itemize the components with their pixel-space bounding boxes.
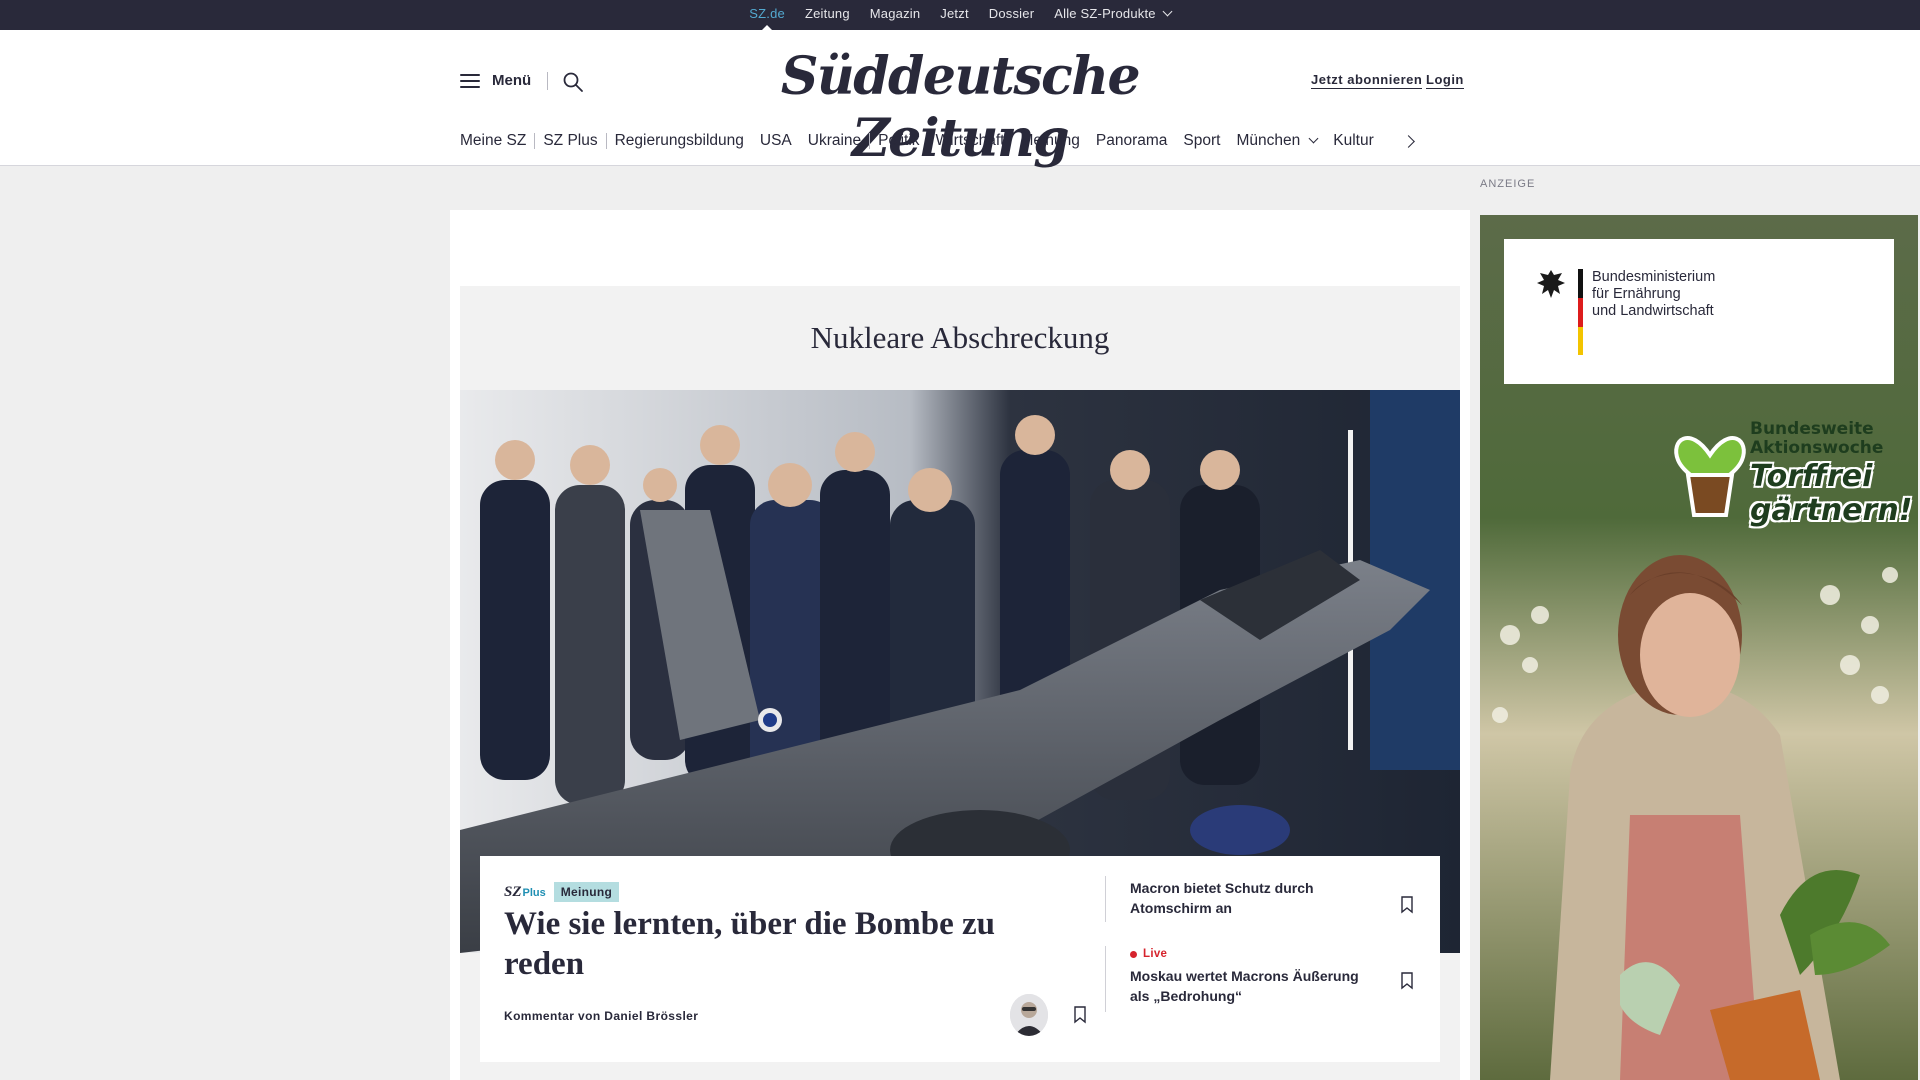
search-button[interactable] [561, 70, 585, 94]
ministry-name: Bundesministerium für Ernährung und Land… [1592, 269, 1715, 320]
product-link-all-products[interactable]: Alle SZ-Produkte [1044, 0, 1180, 30]
nav-item-sport[interactable]: Sport [1175, 132, 1228, 150]
advertisement[interactable]: Bundesministerium für Ernährung und Land… [1480, 215, 1918, 1080]
author-avatar [1010, 994, 1048, 1036]
nav-item-panorama[interactable]: Panorama [1088, 132, 1176, 150]
article-byline: Kommentar von Daniel Brössler [504, 1009, 699, 1023]
related-article-1[interactable]: Macron bietet Schutz durch Atomschirm an [1130, 878, 1380, 918]
product-link-magazin[interactable]: Magazin [860, 0, 931, 30]
ad-label: ANZEIGE [1480, 178, 1536, 190]
ministry-line-1: Bundesministerium [1592, 269, 1716, 285]
author-photo [1010, 994, 1048, 1036]
campaign-line-3: Torffrei [1750, 459, 1873, 494]
main-navigation: Meine SZ SZ Plus Regierungsbildung USA U… [460, 128, 1415, 154]
product-link-szde[interactable]: SZ.de [739, 0, 795, 31]
section-title[interactable]: Nukleare Abschreckung [460, 320, 1460, 356]
chevron-down-icon [1162, 6, 1173, 17]
menu-label: Menü [492, 72, 532, 89]
bookmark-icon[interactable] [1400, 896, 1414, 914]
heart-pot-icon [1674, 436, 1746, 517]
nav-item-meinung[interactable]: Meinung [1012, 132, 1087, 150]
bookmark-icon[interactable] [1073, 1006, 1087, 1024]
related-divider [1105, 876, 1106, 922]
nav-item-usa[interactable]: USA [752, 132, 800, 150]
nav-item-sz-plus[interactable]: SZ Plus [535, 132, 605, 150]
nav-item-politik[interactable]: Politik [870, 132, 927, 150]
hamburger-icon [460, 73, 480, 88]
bookmark-icon[interactable] [1400, 972, 1414, 990]
header-divider [547, 72, 548, 90]
campaign-line-2: Aktionswoche [1750, 438, 1884, 458]
campaign-line-1: Bundesweite [1750, 419, 1874, 439]
site-header: Menü Süddeutsche Zeitung Jetzt abonniere… [0, 30, 1920, 169]
ministry-logo-panel: Bundesministerium für Ernährung und Land… [1504, 239, 1894, 384]
nav-item-muenchen-label: München [1236, 132, 1301, 149]
sz-plus-brand: SZ [504, 883, 522, 900]
product-link-dossier[interactable]: Dossier [979, 0, 1044, 30]
search-icon [563, 72, 583, 92]
chevron-right-icon[interactable] [1401, 134, 1415, 148]
nav-item-ukraine[interactable]: Ukraine [800, 132, 869, 150]
all-products-label: Alle SZ-Produkte [1054, 6, 1156, 21]
lead-article-card: SZPlus Meinung Wie sie lernten, über die… [480, 856, 1440, 1062]
live-label: Live [1143, 948, 1168, 960]
nav-item-regierungsbildung[interactable]: Regierungsbildung [607, 132, 752, 150]
subscribe-link[interactable]: Jetzt abonnieren [1311, 72, 1423, 89]
related-divider [1105, 946, 1106, 1012]
sz-plus-badge: SZPlus [504, 884, 546, 901]
nav-item-kultur[interactable]: Kultur [1325, 132, 1382, 150]
product-link-jetzt[interactable]: Jetzt [930, 0, 978, 30]
menu-button[interactable]: Menü [460, 72, 531, 89]
login-link[interactable]: Login [1426, 72, 1464, 89]
article-badges: SZPlus Meinung [504, 882, 620, 902]
live-dot-icon [1130, 950, 1137, 958]
product-bar: SZ.de Zeitung Magazin Jetzt Dossier Alle… [0, 0, 1920, 31]
related-article-2[interactable]: Moskau wertet Macrons Äußerung als „Bedr… [1130, 966, 1380, 1006]
ministry-line-2: für Ernährung [1592, 286, 1681, 302]
article-headline[interactable]: Wie sie lernten, über die Bombe zu reden [504, 904, 1064, 984]
nav-item-meine-sz[interactable]: Meine SZ [460, 132, 534, 150]
sz-plus-label: Plus [522, 886, 546, 899]
nav-item-wirtschaft[interactable]: Wirtschaft [928, 132, 1013, 150]
nav-item-muenchen[interactable]: München [1228, 132, 1325, 150]
campaign-title: Bundesweite Aktionswoche Torffrei gärtne… [1750, 420, 1912, 526]
campaign-line-4: gärtnern! [1750, 493, 1913, 528]
ministry-line-3: und Landwirtschaft [1592, 303, 1714, 319]
german-flag-bar [1578, 269, 1583, 355]
live-indicator: Live [1130, 948, 1167, 960]
product-link-zeitung[interactable]: Zeitung [795, 0, 860, 30]
category-badge: Meinung [553, 882, 620, 902]
chevron-down-icon [1308, 133, 1319, 144]
federal-eagle-icon [1537, 270, 1565, 298]
